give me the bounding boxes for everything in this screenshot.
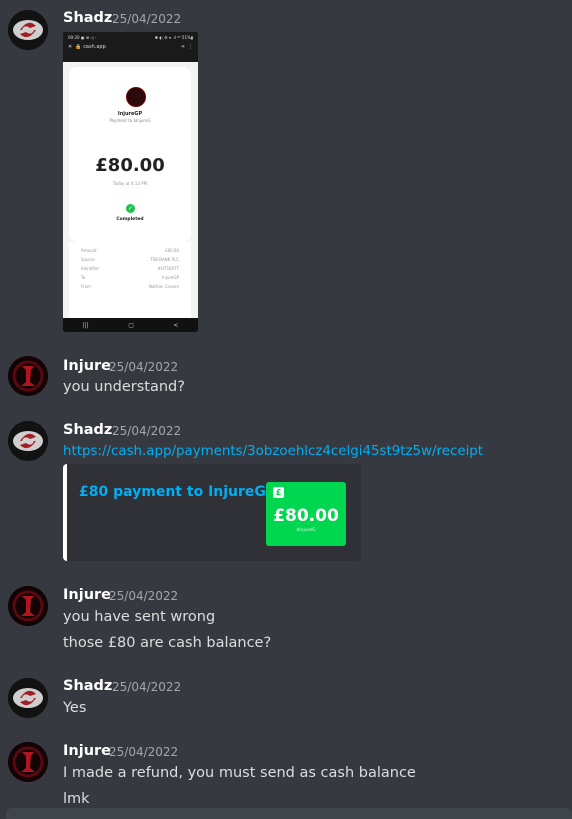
message-text: Yes xyxy=(63,700,87,716)
injure-avatar[interactable] xyxy=(8,356,48,396)
embed-title[interactable]: £80 payment to InjureGP xyxy=(79,484,276,500)
shadz-avatar[interactable] xyxy=(8,421,48,461)
phone-nav-bar: ||| ▢ < xyxy=(63,318,198,332)
receipt-amount: £80.00 xyxy=(95,155,165,176)
detail-row: Amount £80.00 xyxy=(81,248,179,253)
message-text: you understand? xyxy=(63,379,185,395)
home-icon: ▢ xyxy=(128,321,134,329)
message-author[interactable]: Injure xyxy=(63,358,111,374)
message-timestamp: 25/04/2022 xyxy=(109,360,179,374)
detail-row: From Nathan Craven xyxy=(81,284,179,289)
message-timestamp: 25/04/2022 xyxy=(112,12,182,26)
detail-row: Source TSB BANK PLC xyxy=(81,257,179,262)
message-timestamp: 25/04/2022 xyxy=(112,424,182,438)
receipt-link[interactable]: https://cash.app/payments/3obzoehlcz4cel… xyxy=(63,444,483,459)
message-author[interactable]: Shadz xyxy=(63,422,112,438)
message-timestamp: 25/04/2022 xyxy=(112,680,182,694)
phone-url-bar: ✕ 🔒 cash.app ⋖ ⋮ xyxy=(68,44,193,50)
embed-thumbnail[interactable]: £ £80.00 $InjureG xyxy=(266,482,346,546)
message-text: you have sent wrong xyxy=(63,609,216,625)
message-timestamp: 25/04/2022 xyxy=(109,745,179,759)
phone-status-bar: 09:20 ▣ ⊞ ◁ · ✱ ◐ ⚙ ▾ .ıl ⁴ᴳ 51%▮ xyxy=(68,35,193,40)
recents-icon: ||| xyxy=(82,321,89,329)
message-author[interactable]: Injure xyxy=(63,587,111,603)
shadz-avatar[interactable] xyxy=(8,678,48,718)
receipt-date: Today at 4:13 PM xyxy=(112,181,148,186)
detail-row: To InjureGP xyxy=(81,275,179,280)
message-text: I made a refund, you must send as cash b… xyxy=(63,765,416,781)
injure-avatar[interactable] xyxy=(8,742,48,782)
recipient-name: InjureGP xyxy=(117,111,143,117)
message-timestamp: 25/04/2022 xyxy=(109,589,179,603)
receipt-card: InjureGP Payment to $InjureG £80.00 Toda… xyxy=(69,67,191,242)
shadz-avatar[interactable] xyxy=(8,10,48,50)
detail-row: Identifier #HT5007T xyxy=(81,266,179,271)
message-text: those £80 are cash balance? xyxy=(63,635,272,651)
message-composer[interactable] xyxy=(6,808,572,819)
injure-avatar[interactable] xyxy=(8,586,48,626)
receipt-status: Completed xyxy=(116,217,144,222)
back-icon: < xyxy=(173,321,179,329)
check-icon: ✓ xyxy=(126,204,135,213)
link-embed: £80 payment to InjureGP £ £80.00 $Injure… xyxy=(63,464,361,561)
message-author[interactable]: Shadz xyxy=(63,678,112,694)
payment-screenshot-attachment[interactable]: 09:20 ▣ ⊞ ◁ · ✱ ◐ ⚙ ▾ .ıl ⁴ᴳ 51%▮ ✕ 🔒 ca… xyxy=(63,32,198,332)
cashapp-receipt-page: InjureGP Payment to $InjureG £80.00 Toda… xyxy=(63,62,198,332)
recipient-avatar xyxy=(126,87,146,107)
embed-thumbnail-sub: $InjureG xyxy=(296,528,316,533)
message-author[interactable]: Shadz xyxy=(63,10,112,26)
message-author[interactable]: Injure xyxy=(63,743,111,759)
cashapp-logo-icon: £ xyxy=(273,487,284,498)
embed-thumbnail-amount: £80.00 xyxy=(273,506,339,526)
message-text: lmk xyxy=(63,791,90,807)
payment-to-label: Payment to $InjureG xyxy=(109,118,151,123)
